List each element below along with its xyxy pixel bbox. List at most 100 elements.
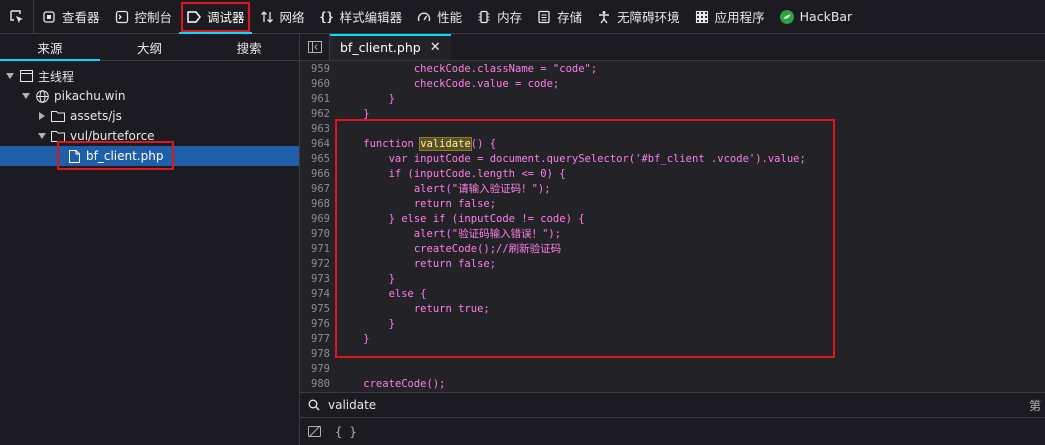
globe-icon [35,89,49,103]
code-line: 967 alert("请输入验证码！"); [300,182,1045,197]
code-line: 961 } [300,92,1045,107]
line-number[interactable]: 970 [300,227,330,242]
tab-console[interactable]: 控制台 [107,0,180,34]
pretty-print-button[interactable]: { } [335,425,357,439]
code-line: 960 checkCode.value = code; [300,77,1045,92]
tree-item-main-thread[interactable]: 主线程 [0,66,299,86]
tree-item-label: assets/js [70,109,122,123]
window-icon [19,69,33,83]
tab-storage[interactable]: 存储 [529,0,589,34]
tree-item-file-selected[interactable]: bf_client.php [0,146,299,166]
disable-breakpoints-icon[interactable] [308,425,321,438]
line-number[interactable]: 978 [300,347,330,362]
search-bar: validate 第 [300,392,1045,418]
tab-label: 存储 [557,10,583,25]
code-line: 968 return false; [300,197,1045,212]
close-icon[interactable]: ✕ [430,40,441,55]
code-line: 979 [300,362,1045,377]
tree-item-folder[interactable]: vul/burteforce [0,126,299,146]
line-number[interactable]: 972 [300,257,330,272]
code-line: 962 } [300,107,1045,122]
tab-network[interactable]: 网络 [252,0,312,34]
hackbar-icon [779,9,795,25]
tree-item-label: vul/burteforce [70,129,155,143]
line-number[interactable]: 966 [300,167,330,182]
line-number[interactable]: 974 [300,287,330,302]
tab-label: 应用程序 [714,10,765,25]
line-number[interactable]: 975 [300,302,330,317]
code-text: var inputCode = document.querySelector('… [338,153,806,165]
tab-label: 无障碍环境 [617,10,680,25]
tab-memory[interactable]: 内存 [469,0,529,34]
folder-icon [51,129,65,143]
tab-application[interactable]: 应用程序 [687,0,772,34]
tab-label: 性能 [437,10,463,25]
line-number[interactable]: 969 [300,212,330,227]
element-picker-icon [9,9,23,23]
code-segment: () { [470,138,497,150]
line-number[interactable]: 960 [300,77,330,92]
sources-pane-tabs: 来源 大纲 搜索 [0,34,299,61]
code-editor[interactable]: 959 checkCode.className = "code"; 960 che… [300,61,1045,392]
search-match-highlight: validate [419,137,472,151]
tab-label: 查看器 [62,10,100,25]
memory-icon [476,9,492,25]
folder-icon [51,109,65,123]
debugger-icon [186,9,202,25]
tree-item-domain[interactable]: pikachu.win [0,86,299,106]
line-number[interactable]: 965 [300,152,330,167]
code-line: 959 checkCode.className = "code"; [300,62,1045,77]
line-number[interactable]: 973 [300,272,330,287]
line-number[interactable]: 967 [300,182,330,197]
tab-outline[interactable]: 大纲 [100,34,200,60]
code-text: checkCode.value = code; [338,78,560,90]
code-line: 973 } [300,272,1045,287]
tree-item-folder[interactable]: assets/js [0,106,299,126]
tab-search[interactable]: 搜索 [199,34,299,60]
element-picker-button[interactable] [0,0,34,34]
tab-hackbar[interactable]: HackBar [772,0,860,34]
code-text: else { [338,288,427,300]
tab-style-editor[interactable]: {} 样式编辑器 [312,0,410,34]
tab-accessibility[interactable]: 无障碍环境 [589,0,687,34]
code-text: function validate() { [338,137,496,152]
tab-debugger[interactable]: 调试器 [179,0,252,34]
code-text: return true; [338,303,490,315]
line-number[interactable]: 961 [300,92,330,107]
code-segment: function [338,138,421,150]
line-number[interactable]: 968 [300,197,330,212]
tab-inspector[interactable]: 查看器 [34,0,107,34]
tab-label: 内存 [497,10,523,25]
code-line: 966 if (inputCode.length <= 0) { [300,167,1045,182]
line-number[interactable]: 980 [300,377,330,392]
editor-status-bar: { } [300,418,1045,445]
line-number[interactable]: 971 [300,242,330,257]
tree-item-label: 主线程 [38,69,75,84]
tab-sources[interactable]: 来源 [0,34,100,61]
line-number[interactable]: 963 [300,122,330,137]
line-number[interactable]: 962 [300,107,330,122]
tab-label: 调试器 [207,10,245,25]
line-number[interactable]: 964 [300,137,330,152]
code-line: 963 [300,122,1045,137]
line-number[interactable]: 977 [300,332,330,347]
line-number[interactable]: 979 [300,362,330,377]
toggle-sidebar-button[interactable] [300,34,330,60]
code-text: checkCode.className = "code"; [338,63,598,75]
code-line: 965 var inputCode = document.querySelect… [300,152,1045,167]
line-number[interactable]: 959 [300,62,330,77]
tree-item-label: pikachu.win [54,89,126,103]
code-text: } else if (inputCode != code) { [338,213,585,225]
search-input[interactable]: validate [328,398,376,412]
tab-performance[interactable]: 性能 [409,0,469,34]
application-icon [694,9,710,25]
code-line: 975 return true; [300,302,1045,317]
line-number[interactable]: 976 [300,317,330,332]
editor-tab-bar: bf_client.php ✕ [300,34,1045,61]
editor-file-tab[interactable]: bf_client.php ✕ [330,34,451,60]
search-result-label: 第 [1028,398,1041,413]
tab-label: 网络 [279,10,305,25]
accessibility-icon [596,9,612,25]
sidebar-toggle-icon [307,41,322,53]
code-text: alert("请输入验证码！"); [338,183,551,195]
